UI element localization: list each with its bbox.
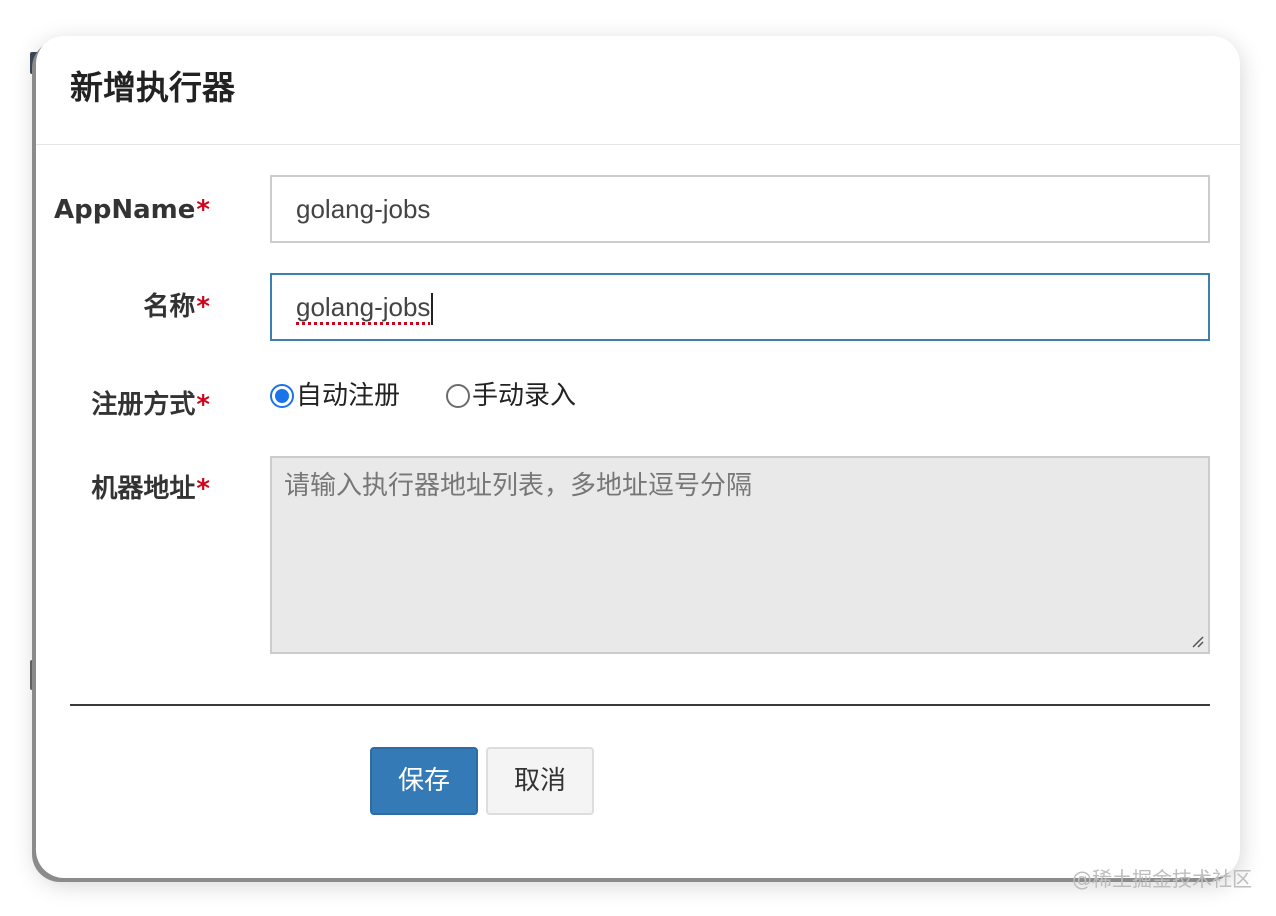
required-mark: * <box>196 292 210 322</box>
modal-title: 新增执行器 <box>70 68 235 107</box>
cancel-button[interactable]: 取消 <box>486 747 594 815</box>
register-type-label-text: 注册方式 <box>91 390 196 420</box>
radio-unchecked-icon[interactable] <box>446 384 471 408</box>
appname-input[interactable]: golang-jobs <box>270 175 1210 243</box>
radio-manual-entry-label: 手动录入 <box>472 381 577 411</box>
address-label-text: 机器地址 <box>91 474 196 504</box>
modal-header: 新增执行器 <box>36 36 1240 145</box>
required-mark: * <box>196 195 210 225</box>
required-mark: * <box>196 474 210 504</box>
watermark: @稀土掘金技术社区 <box>1072 867 1252 891</box>
name-label: 名称* <box>143 289 210 325</box>
address-label: 机器地址* <box>91 471 210 507</box>
required-mark: * <box>196 390 210 420</box>
name-input[interactable]: golang-jobs <box>270 273 1210 341</box>
resize-grip-icon[interactable] <box>1190 634 1204 648</box>
radio-manual-entry[interactable]: 手动录入 <box>446 378 576 414</box>
address-textarea[interactable]: 请输入执行器地址列表，多地址逗号分隔 <box>270 456 1210 654</box>
appname-label: AppName* <box>54 192 210 228</box>
radio-checked-icon[interactable] <box>270 384 294 408</box>
text-caret <box>431 293 434 326</box>
appname-input-value: golang-jobs <box>296 194 431 224</box>
add-executor-modal: 新增执行器 AppName* golang-jobs 名称* golang-jo… <box>36 36 1240 878</box>
form-divider <box>70 704 1210 706</box>
save-button[interactable]: 保存 <box>370 747 478 815</box>
register-type-label: 注册方式* <box>91 387 210 423</box>
name-label-text: 名称 <box>143 292 196 322</box>
name-input-value: golang-jobs <box>296 292 431 322</box>
radio-auto-register[interactable]: 自动注册 <box>270 378 400 414</box>
address-placeholder: 请输入执行器地址列表，多地址逗号分隔 <box>284 471 753 501</box>
radio-auto-register-label: 自动注册 <box>296 381 401 411</box>
appname-label-text: AppName <box>54 195 196 225</box>
register-type-radio-group: 自动注册 手动录入 <box>270 376 622 416</box>
